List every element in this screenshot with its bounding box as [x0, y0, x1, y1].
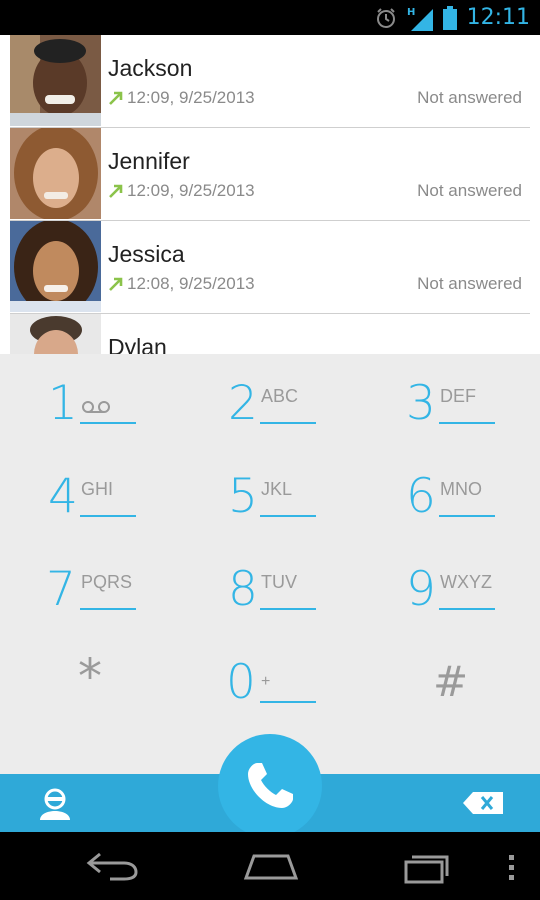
- network-type-label: H: [407, 7, 415, 18]
- key-underline: [260, 422, 316, 424]
- call-time-label: 12:08, 9/25/2013: [127, 274, 255, 293]
- call-log-item[interactable]: Jennifer 12:09, 9/25/2013 Not answered: [10, 128, 530, 221]
- call-time-label: 12:09, 9/25/2013: [127, 88, 255, 107]
- key-letters: ABC: [261, 386, 299, 406]
- key-digit: 5: [228, 469, 258, 524]
- key-underline: [260, 515, 316, 517]
- call-time: 12:09, 9/25/2013: [108, 181, 255, 201]
- key-digit: 7: [46, 562, 76, 617]
- key-letters: TUV: [261, 572, 297, 592]
- dialpad-key-3[interactable]: 3 DEF: [406, 358, 540, 450]
- key-underline: [80, 608, 136, 610]
- key-digit: 4: [48, 469, 78, 524]
- outgoing-call-icon: [109, 91, 123, 105]
- call-log-list[interactable]: Jackson 12:09, 9/25/2013 Not answered Je…: [0, 35, 540, 354]
- phone-icon: [248, 763, 293, 808]
- status-bar: H 12:11: [0, 0, 540, 35]
- status-time: 12:11: [466, 5, 530, 30]
- outgoing-call-icon: [109, 277, 123, 291]
- contact-name: Jennifer: [108, 148, 190, 174]
- key-digit: 1: [48, 376, 78, 431]
- dialpad-key-4[interactable]: 4 GHI: [48, 451, 218, 543]
- call-time: 12:08, 9/25/2013: [108, 274, 255, 294]
- key-underline: [260, 608, 316, 610]
- dialpad-key-8[interactable]: 8 TUV: [228, 544, 398, 636]
- backspace-icon[interactable]: [463, 792, 503, 814]
- overflow-menu-icon[interactable]: [508, 854, 516, 882]
- voicemail-icon: [82, 401, 110, 413]
- key-digit: 2: [228, 376, 258, 431]
- key-letters: GHI: [81, 479, 114, 499]
- dialpad-key-7[interactable]: 7 PQRS: [46, 544, 216, 636]
- dialpad-key-6[interactable]: 6 MNO: [406, 451, 540, 543]
- call-button[interactable]: [218, 734, 322, 838]
- back-icon[interactable]: [84, 851, 140, 881]
- home-icon[interactable]: [242, 852, 300, 880]
- key-underline: [80, 422, 136, 424]
- key-letters: +: [261, 673, 271, 690]
- dialpad-key-1[interactable]: 1: [48, 358, 218, 450]
- key-digit: 8: [228, 562, 258, 617]
- contact-name: Jessica: [108, 241, 185, 267]
- key-digit: 9: [406, 562, 436, 617]
- outgoing-call-icon: [109, 184, 123, 198]
- signal-icon: H: [407, 7, 433, 31]
- key-letters: JKL: [261, 479, 293, 499]
- call-status: Not answered: [417, 88, 522, 107]
- battery-icon: [442, 5, 457, 30]
- call-status: Not answered: [417, 274, 522, 293]
- key-letters: WXYZ: [440, 572, 492, 592]
- call-log-item[interactable]: Dylan: [10, 314, 530, 354]
- key-underline: [439, 608, 495, 610]
- call-log-item[interactable]: Jessica 12:08, 9/25/2013 Not answered: [10, 221, 530, 314]
- contact-photo[interactable]: [10, 314, 101, 354]
- contact-photo[interactable]: [10, 221, 101, 312]
- key-digit: 3: [406, 376, 436, 431]
- key-underline: [260, 701, 316, 703]
- contact-name: Dylan: [108, 334, 167, 354]
- key-digit: 0: [226, 655, 256, 710]
- alarm-icon: [376, 7, 395, 28]
- dialpad-key-5[interactable]: 5 JKL: [228, 451, 398, 543]
- dialpad-key-0[interactable]: 0 +: [226, 637, 396, 729]
- key-underline: [439, 515, 495, 517]
- recent-apps-icon[interactable]: [404, 850, 454, 884]
- dialpad-key-2[interactable]: 2 ABC: [228, 358, 398, 450]
- call-time-label: 12:09, 9/25/2013: [127, 181, 255, 200]
- contact-photo[interactable]: [10, 35, 101, 126]
- call-status: Not answered: [417, 181, 522, 200]
- dialpad-key-hash[interactable]: #: [433, 637, 493, 729]
- key-letters: PQRS: [81, 572, 133, 592]
- dialpad-key-star[interactable]: *: [78, 637, 138, 729]
- key-underline: [439, 422, 495, 424]
- call-log-item[interactable]: Jackson 12:09, 9/25/2013 Not answered: [10, 35, 530, 128]
- dialpad: 1 2 ABC 3 DEF 4 GHI 5 JKL 6 MNO 7 PQRS 8…: [0, 354, 540, 774]
- navigation-bar: [0, 832, 540, 900]
- call-time: 12:09, 9/25/2013: [108, 88, 255, 108]
- contact-name: Jackson: [108, 55, 193, 81]
- key-digit: *: [78, 649, 102, 705]
- key-digit: #: [433, 657, 469, 706]
- key-letters: DEF: [440, 386, 476, 406]
- contacts-icon[interactable]: [38, 788, 72, 820]
- key-digit: 6: [406, 469, 436, 524]
- key-letters: MNO: [440, 479, 482, 499]
- dialpad-key-9[interactable]: 9 WXYZ: [406, 544, 540, 636]
- contact-photo[interactable]: [10, 128, 101, 219]
- key-underline: [80, 515, 136, 517]
